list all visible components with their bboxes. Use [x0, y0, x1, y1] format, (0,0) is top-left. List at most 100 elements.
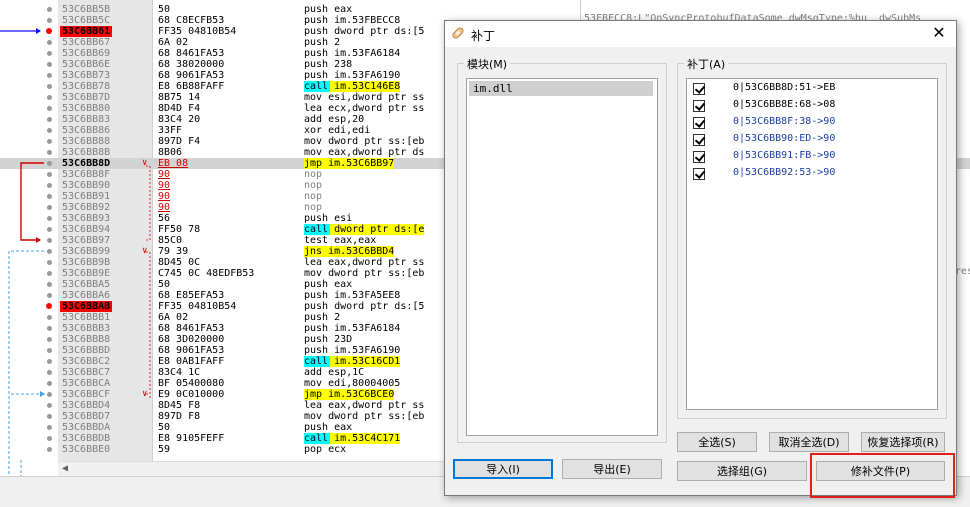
patch-checkbox[interactable]: [693, 83, 705, 95]
patch-checkbox[interactable]: [693, 100, 705, 112]
instruction-text: push 2: [304, 312, 341, 323]
deselect-all-button[interactable]: 取消全选(D): [769, 432, 849, 452]
instruction-text: nop: [304, 202, 323, 213]
instruction-bytes: 50: [158, 422, 171, 433]
close-icon[interactable]: ✕: [930, 24, 948, 42]
instruction-bytes: E9 0C010000: [158, 389, 225, 400]
patch-item[interactable]: 0|53C6BB92:53->90: [693, 166, 931, 183]
gutter-dot[interactable]: [47, 7, 52, 12]
gutter-dot[interactable]: [47, 348, 52, 353]
patch-checkbox[interactable]: [693, 134, 705, 146]
gutter-dot[interactable]: [47, 403, 52, 408]
gutter-dot[interactable]: [47, 249, 52, 254]
gutter-dot[interactable]: [47, 436, 52, 441]
gutter-dot[interactable]: [47, 414, 52, 419]
gutter-dot[interactable]: [47, 282, 52, 287]
patch-item[interactable]: 0|53C6BB90:ED->90: [693, 132, 931, 149]
scroll-left-icon[interactable]: ◀: [62, 463, 68, 474]
gutter-dot[interactable]: [47, 216, 52, 221]
gutter-dot[interactable]: [47, 18, 52, 23]
instruction-bytes: 897D F4: [158, 136, 201, 147]
instruction-bytes: FF50 78: [158, 224, 201, 235]
gutter-dot[interactable]: [47, 40, 52, 45]
instruction-text: push 238: [304, 59, 353, 70]
gutter-dot[interactable]: [47, 183, 52, 188]
gutter-dot[interactable]: [47, 205, 52, 210]
address: 53C6BBC7: [62, 367, 111, 378]
address: 53C6BB99: [62, 246, 111, 257]
select-all-button[interactable]: 全选(S): [677, 432, 757, 452]
patches-list[interactable]: 0|53C6BB8D:51->EB 0|53C6BB8E:68->08 0|53C6…: [686, 78, 938, 410]
gutter-dot[interactable]: [47, 51, 52, 56]
patch-checkbox[interactable]: [693, 168, 705, 180]
breakpoint-dot[interactable]: [46, 28, 52, 34]
patch-label: 0|53C6BB91:FB->90: [733, 150, 836, 161]
gutter-dot[interactable]: [47, 337, 52, 342]
address: 53C6BBCF: [62, 389, 111, 400]
patch-item[interactable]: 0|53C6BB8D:51->EB: [693, 81, 931, 98]
instruction-text: mov dword ptr ss:[eb: [304, 268, 425, 279]
modules-list[interactable]: im.dll: [466, 78, 658, 436]
patch-item[interactable]: 0|53C6BB91:FB->90: [693, 149, 931, 166]
breakpoint-dot[interactable]: [46, 303, 52, 309]
export-button[interactable]: 导出(E): [562, 459, 662, 479]
gutter-dot[interactable]: [47, 381, 52, 386]
patch-item[interactable]: 0|53C6BB8F:38->90: [693, 115, 931, 132]
patch-checkbox[interactable]: [693, 117, 705, 129]
module-item[interactable]: im.dll: [469, 81, 653, 96]
address: 53C6BB92: [62, 202, 111, 213]
instruction-text: pop ecx: [304, 444, 347, 455]
instruction-text: call im.53C4C171: [304, 433, 401, 444]
instruction-bytes: FF35 04810B54: [158, 301, 237, 312]
instruction-text: jns im.53C6BBD4: [304, 246, 395, 257]
instruction-bytes: 79 39: [158, 246, 189, 257]
gutter-dot[interactable]: [47, 447, 52, 452]
gutter-dot[interactable]: [47, 238, 52, 243]
instruction-bytes: 8D4D F4: [158, 103, 201, 114]
gutter-dot[interactable]: [47, 194, 52, 199]
select-group-button[interactable]: 选择组(G): [677, 461, 807, 481]
instruction-bytes: 83C4 20: [158, 114, 201, 125]
gutter-dot[interactable]: [47, 271, 52, 276]
patch-bandage-icon: [452, 27, 464, 39]
gutter-dot[interactable]: [47, 73, 52, 78]
instruction-bytes: 85C0: [158, 235, 183, 246]
instruction-bytes: 68 3D020000: [158, 334, 225, 345]
import-button[interactable]: 导入(I): [453, 459, 553, 479]
gutter-dot[interactable]: [47, 359, 52, 364]
gutter-dot[interactable]: [47, 315, 52, 320]
patch-item[interactable]: 0|53C6BB8E:68->08: [693, 98, 931, 115]
instruction-text: push 2: [304, 37, 341, 48]
instruction-text: lea eax,dword ptr ss: [304, 257, 425, 268]
gutter-dot[interactable]: [47, 326, 52, 331]
gutter-dot[interactable]: [47, 370, 52, 375]
instruction-text: call im.53C146E8: [304, 81, 401, 92]
gutter-dot[interactable]: [47, 84, 52, 89]
address: 53C6BBB8: [62, 334, 111, 345]
gutter-dot[interactable]: [47, 392, 52, 397]
gutter-dot[interactable]: [47, 425, 52, 430]
gutter-dot[interactable]: [47, 227, 52, 232]
gutter-dot[interactable]: [47, 95, 52, 100]
instruction-bytes: 33FF: [158, 125, 183, 136]
gutter-dot[interactable]: [47, 260, 52, 265]
instruction-text: push im.53FA6184: [304, 323, 401, 334]
restore-selection-button[interactable]: 恢复选择项(R): [861, 432, 945, 452]
gutter-dot[interactable]: [47, 139, 52, 144]
patch-checkbox[interactable]: [693, 151, 705, 163]
gutter-dot[interactable]: [47, 106, 52, 111]
gutter-dot[interactable]: [47, 161, 52, 166]
gutter-dot[interactable]: [47, 293, 52, 298]
instruction-text: push eax: [304, 4, 353, 15]
gutter-dot[interactable]: [47, 150, 52, 155]
instruction-text: push 23D: [304, 334, 353, 345]
dialog-title-bar[interactable]: 补丁 ✕: [445, 21, 956, 47]
gutter-dot[interactable]: [47, 117, 52, 122]
horizontal-scrollbar[interactable]: ◀: [58, 461, 445, 476]
gutter-dot[interactable]: [47, 62, 52, 67]
instruction-text: nop: [304, 191, 323, 202]
gutter-dot[interactable]: [47, 128, 52, 133]
instruction-text: add esp,1C: [304, 367, 365, 378]
gutter-dot[interactable]: [47, 172, 52, 177]
address: 53C6BBB3: [62, 323, 111, 334]
